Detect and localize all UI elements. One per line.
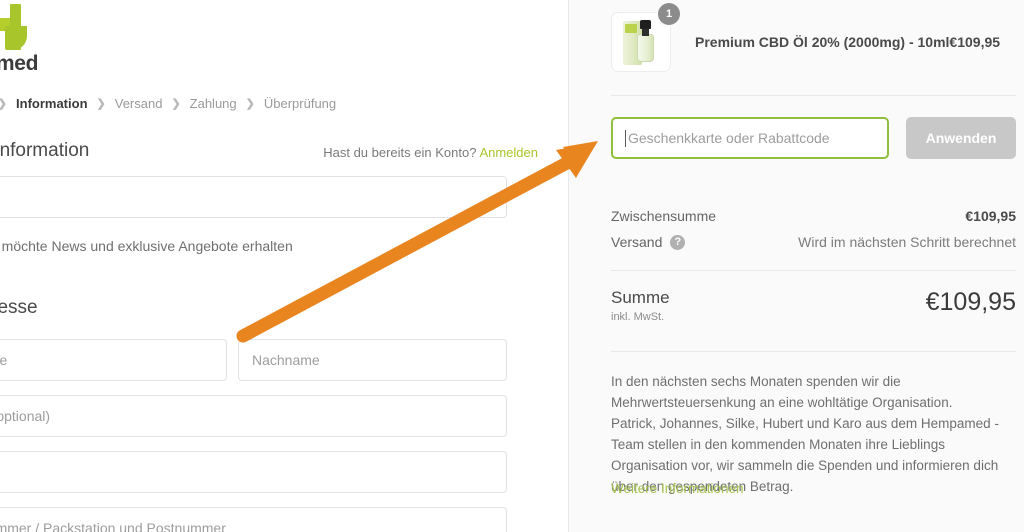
breadcrumb: orb ❯ Information ❯ Versand ❯ Zahlung ❯ … bbox=[0, 96, 336, 111]
breadcrumb-separator-icon: ❯ bbox=[96, 98, 106, 110]
shipping-label-text: Versand bbox=[611, 234, 663, 250]
divider bbox=[611, 270, 1016, 271]
product-box-label-shape bbox=[625, 24, 637, 33]
product-price: €109,95 bbox=[949, 34, 1001, 50]
login-link[interactable]: Anmelden bbox=[479, 145, 538, 160]
shipping-address-heading: adresse bbox=[0, 297, 38, 318]
newsletter-checkbox-label: n möchte News und exklusive Angebote erh… bbox=[0, 238, 293, 254]
last-name-placeholder: Nachname bbox=[252, 352, 320, 368]
breadcrumb-item-shipping[interactable]: Versand bbox=[115, 96, 163, 111]
house-number-placeholder: nummer / Packstation und Postnummer bbox=[0, 520, 226, 532]
order-line-item: 1 Premium CBD Öl 20% (2000mg) - 10ml €10… bbox=[611, 3, 1000, 76]
grand-total-labels: Summe inkl. MwSt. bbox=[611, 288, 670, 323]
donation-note-text: In den nächsten sechs Monaten spenden wi… bbox=[611, 374, 999, 494]
breadcrumb-item-payment[interactable]: Zahlung bbox=[190, 96, 237, 111]
divider bbox=[611, 95, 1016, 96]
quantity-badge: 1 bbox=[658, 3, 680, 25]
shipping-row: Versand ? Wird im nächsten Schritt berec… bbox=[611, 234, 1016, 250]
house-number-field[interactable]: nummer / Packstation und Postnummer bbox=[0, 507, 507, 532]
brand-logo-text: pamed bbox=[0, 52, 39, 75]
order-summary-column: 1 Premium CBD Öl 20% (2000mg) - 10ml €10… bbox=[568, 0, 1024, 532]
bottle-body-shape bbox=[637, 34, 654, 62]
question-mark-circle-icon[interactable]: ? bbox=[670, 234, 686, 250]
street-field[interactable]: e bbox=[0, 451, 507, 493]
brand-logo[interactable]: pamed bbox=[0, 2, 90, 75]
shipping-label: Versand ? bbox=[611, 234, 686, 250]
product-title: Premium CBD Öl 20% (2000mg) - 10ml bbox=[695, 34, 950, 50]
text-caret bbox=[625, 129, 626, 147]
first-name-field[interactable]: ame bbox=[0, 339, 227, 381]
breadcrumb-separator-icon: ❯ bbox=[245, 98, 255, 110]
account-prompt-text: Hast du bereits ein Konto? bbox=[323, 145, 477, 160]
breadcrumb-item-information[interactable]: Information bbox=[16, 96, 88, 111]
subtotal-value: €109,95 bbox=[965, 208, 1016, 224]
discount-code-placeholder: Geschenkkarte oder Rabattcode bbox=[628, 130, 830, 146]
grand-total-label: Summe bbox=[611, 288, 670, 307]
company-field[interactable]: a (optional) bbox=[0, 395, 507, 437]
company-placeholder: a (optional) bbox=[0, 408, 51, 424]
contact-information-heading: aktinformation bbox=[0, 140, 90, 161]
first-name-placeholder: ame bbox=[0, 352, 8, 368]
breadcrumb-item-review[interactable]: Überprüfung bbox=[264, 96, 336, 111]
subtotal-row: Zwischensumme €109,95 bbox=[611, 208, 1016, 224]
checkout-main-column: pamed orb ❯ Information ❯ Versand ❯ Zahl… bbox=[0, 0, 568, 532]
grand-total-tax-note: inkl. MwSt. bbox=[611, 311, 665, 323]
grand-total-row: Summe inkl. MwSt. €109,95 bbox=[611, 288, 1016, 323]
logo-leaf-shape bbox=[5, 26, 27, 50]
shipping-value: Wird im nächsten Schritt berechnet bbox=[798, 234, 1016, 250]
last-name-field[interactable]: Nachname bbox=[238, 339, 507, 381]
bottle-cap-shape bbox=[640, 20, 651, 29]
product-thumbnail-wrapper: 1 bbox=[611, 3, 680, 72]
checkout-main-inner: pamed orb ❯ Information ❯ Versand ❯ Zahl… bbox=[0, 0, 568, 532]
discount-code-input[interactable]: Geschenkkarte oder Rabattcode bbox=[611, 117, 889, 159]
grand-total-value: €109,95 bbox=[925, 288, 1016, 316]
apply-discount-button[interactable]: Anwenden bbox=[906, 117, 1016, 159]
email-field[interactable]: il bbox=[0, 176, 507, 218]
divider bbox=[611, 351, 1016, 352]
breadcrumb-separator-icon: ❯ bbox=[0, 97, 7, 110]
newsletter-checkbox-row[interactable]: n möchte News und exklusive Angebote erh… bbox=[0, 238, 293, 254]
breadcrumb-separator-icon: ❯ bbox=[171, 98, 181, 110]
existing-account-prompt: Hast du bereits ein Konto? Anmelden bbox=[323, 145, 538, 160]
hempamed-h-leaf-logo-icon bbox=[0, 4, 27, 50]
checkout-page: pamed orb ❯ Information ❯ Versand ❯ Zahl… bbox=[0, 0, 1024, 532]
subtotal-label: Zwischensumme bbox=[611, 208, 717, 224]
donation-more-info-link[interactable]: Weitere Informationen bbox=[611, 481, 744, 496]
